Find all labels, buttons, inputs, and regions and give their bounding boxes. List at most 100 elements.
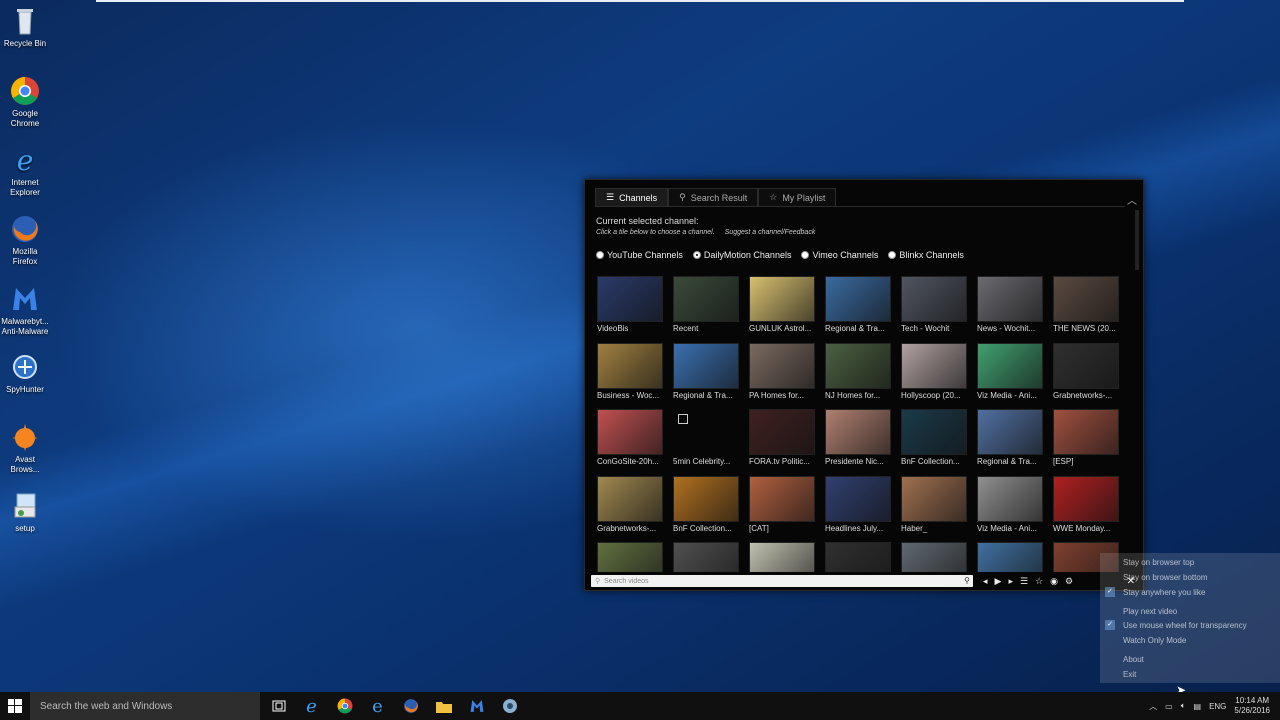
channel-tile[interactable]: Regional & Tra... xyxy=(673,342,739,400)
internet-explorer-taskbar-icon[interactable]: e xyxy=(361,692,394,720)
chevron-up-icon[interactable]: ︿ xyxy=(1127,192,1137,207)
malwarebytes-taskbar-icon[interactable] xyxy=(460,692,493,720)
channel-tile[interactable]: [ESP] xyxy=(1053,409,1119,466)
menu-item-about[interactable]: About xyxy=(1123,655,1144,664)
radio-dailymotion-channels[interactable]: DailyMotion Channels xyxy=(692,250,791,260)
channel-tile[interactable]: WWE Monday... xyxy=(1053,475,1119,533)
channel-tile[interactable]: Grabnetworks-... xyxy=(1053,342,1119,400)
desktop-icon-firefox[interactable]: Mozilla Firefox xyxy=(0,214,50,267)
channel-tile[interactable] xyxy=(597,542,663,572)
channel-tile[interactable] xyxy=(673,542,739,572)
channel-tile[interactable]: Grabnetworks-... xyxy=(597,475,663,533)
menu-item-exit[interactable]: Exit xyxy=(1123,670,1136,679)
desktop-icon-chrome[interactable]: Google Chrome xyxy=(0,76,50,129)
channel-tile[interactable]: Headlines July... xyxy=(825,475,891,533)
eye-icon[interactable]: ◉ xyxy=(1050,576,1058,587)
channel-tile[interactable]: BnF Collection... xyxy=(901,409,967,466)
channel-tile[interactable]: FORA.tv Politic... xyxy=(749,409,815,466)
desktop-icon-avast[interactable]: Avast Brows... xyxy=(0,422,50,475)
task-view-icon[interactable] xyxy=(262,692,295,720)
channel-tile[interactable]: Business - Woc... xyxy=(597,342,663,400)
channel-tile-label: 5min Celebrity... xyxy=(673,457,731,466)
favorite-star-icon[interactable]: ☆ xyxy=(1035,576,1043,587)
channel-tile[interactable]: News - Wochit... xyxy=(977,276,1043,333)
menu-item-stay-bottom[interactable]: Stay on browser bottom xyxy=(1123,573,1207,582)
taskbar-search-box[interactable]: Search the web and Windows xyxy=(30,692,260,720)
channel-tile[interactable]: Viz Media - Ani... xyxy=(977,475,1043,533)
desktop-icon-ie[interactable]: e Internet Explorer xyxy=(0,145,50,198)
scrollbar[interactable] xyxy=(1135,210,1139,270)
channel-tile[interactable]: 5min Celebrity... xyxy=(673,409,739,466)
start-button[interactable] xyxy=(0,692,30,720)
radio-blinkx-channels[interactable]: Blinkx Channels xyxy=(888,250,964,260)
menu-item-mouse-wheel[interactable]: Use mouse wheel for transparency xyxy=(1123,621,1247,630)
channel-tile[interactable]: GUNLUK Astrol... xyxy=(749,276,815,333)
radio-label: Blinkx Channels xyxy=(899,250,964,260)
channel-tile-label: News - Wochit... xyxy=(977,324,1036,333)
search-button-icon[interactable]: ⚲ xyxy=(964,576,970,585)
channel-tile[interactable] xyxy=(977,542,1043,572)
channel-tile[interactable]: VideoBis xyxy=(597,276,663,333)
channel-thumbnail xyxy=(673,342,739,389)
channel-tile[interactable]: PA Homes for... xyxy=(749,342,815,400)
volume-icon[interactable]: 🔈︎ xyxy=(1181,701,1186,711)
channel-tile[interactable]: Regional & Tra... xyxy=(825,276,891,333)
radio-button[interactable] xyxy=(888,251,897,259)
chrome-taskbar-icon[interactable] xyxy=(328,692,361,720)
channel-tile[interactable]: [CAT] xyxy=(749,475,815,533)
clock[interactable]: 10:14 AM 5/26/2016 xyxy=(1234,696,1270,716)
radio-button[interactable] xyxy=(596,251,604,259)
channel-tile[interactable]: Regional & Tra... xyxy=(977,409,1043,466)
settings-gear-icon[interactable]: ⚙ xyxy=(1065,576,1073,587)
channel-tile[interactable]: Viz Media - Ani... xyxy=(977,342,1043,400)
radio-vimeo-channels[interactable]: Vimeo Channels xyxy=(801,250,878,260)
channel-tile[interactable] xyxy=(825,542,891,572)
tab-my-playlist[interactable]: ☆ My Playlist xyxy=(758,188,837,206)
firefox-icon xyxy=(12,216,38,242)
suggest-channel-link[interactable]: Suggest a channel/Feedback xyxy=(725,229,816,236)
menu-item-stay-top[interactable]: Stay on browser top xyxy=(1123,558,1194,567)
radio-youtube-channels[interactable]: YouTube Channels xyxy=(596,250,683,260)
taskbar: Search the web and Windows e e ︿ ▭ 🔈︎ ▤ … xyxy=(0,692,1280,720)
video-search-field[interactable]: ⚲ Search videos ⚲ xyxy=(591,575,973,587)
edge-icon[interactable]: e xyxy=(295,692,328,720)
channel-tile[interactable]: BnF Collection... xyxy=(673,475,739,533)
desktop-icon-malwarebytes[interactable]: Malwarebyt... Anti-Malware xyxy=(0,284,50,337)
desktop-icon-recycle-bin[interactable]: Recycle Bin xyxy=(0,6,50,49)
chevron-up-icon[interactable]: ︿ xyxy=(1149,701,1157,712)
menu-item-stay-anywhere[interactable]: Stay anywhere you like xyxy=(1123,588,1205,597)
action-center-icon[interactable]: ▤ xyxy=(1194,702,1202,711)
channel-tile-label: Regional & Tra... xyxy=(673,390,733,400)
channel-tile[interactable]: Recent xyxy=(673,276,739,333)
channel-tile[interactable]: NJ Homes for... xyxy=(825,342,891,400)
next-icon[interactable]: ▸ xyxy=(1008,576,1013,587)
network-icon[interactable]: ▭ xyxy=(1165,702,1173,711)
channel-tile[interactable]: THE NEWS (20... xyxy=(1053,276,1119,333)
previous-icon[interactable]: ◂ xyxy=(983,576,988,587)
menu-item-play-next[interactable]: Play next video xyxy=(1123,607,1177,616)
playlist-icon[interactable]: ☰ xyxy=(1020,576,1028,587)
channel-tile[interactable]: Presidente Nic... xyxy=(825,409,891,466)
channel-tile[interactable]: Hollyscoop (20... xyxy=(901,342,967,400)
menu-item-watch-only[interactable]: Watch Only Mode xyxy=(1123,636,1186,645)
desktop-icon-spyhunter[interactable]: SpyHunter xyxy=(0,352,50,395)
language-indicator[interactable]: ENG xyxy=(1209,702,1226,711)
tab-channels[interactable]: ☰ Channels xyxy=(595,188,669,206)
play-icon[interactable]: ▶ xyxy=(995,576,1002,587)
app-taskbar-icon[interactable] xyxy=(493,692,526,720)
tab-search-result[interactable]: ⚲ Search Result xyxy=(668,188,759,206)
firefox-taskbar-icon[interactable] xyxy=(394,692,427,720)
radio-button[interactable] xyxy=(692,251,701,259)
channel-thumbnail xyxy=(673,475,739,522)
channel-tile[interactable]: ConGoSite-20h... xyxy=(597,409,663,466)
radio-button[interactable] xyxy=(801,251,810,259)
channel-tile-label: Tech - Wochit xyxy=(901,324,950,333)
channel-tile[interactable]: Tech - Wochit xyxy=(901,276,967,333)
channel-tile[interactable] xyxy=(901,542,967,572)
desktop-icon-label: setup xyxy=(15,524,35,533)
file-explorer-icon[interactable] xyxy=(427,692,460,720)
desktop-icon-setup[interactable]: setup xyxy=(0,491,50,534)
channel-tile[interactable]: Haber_ xyxy=(901,475,967,533)
channel-tile[interactable] xyxy=(749,542,815,572)
tab-label: Channels xyxy=(619,192,658,203)
